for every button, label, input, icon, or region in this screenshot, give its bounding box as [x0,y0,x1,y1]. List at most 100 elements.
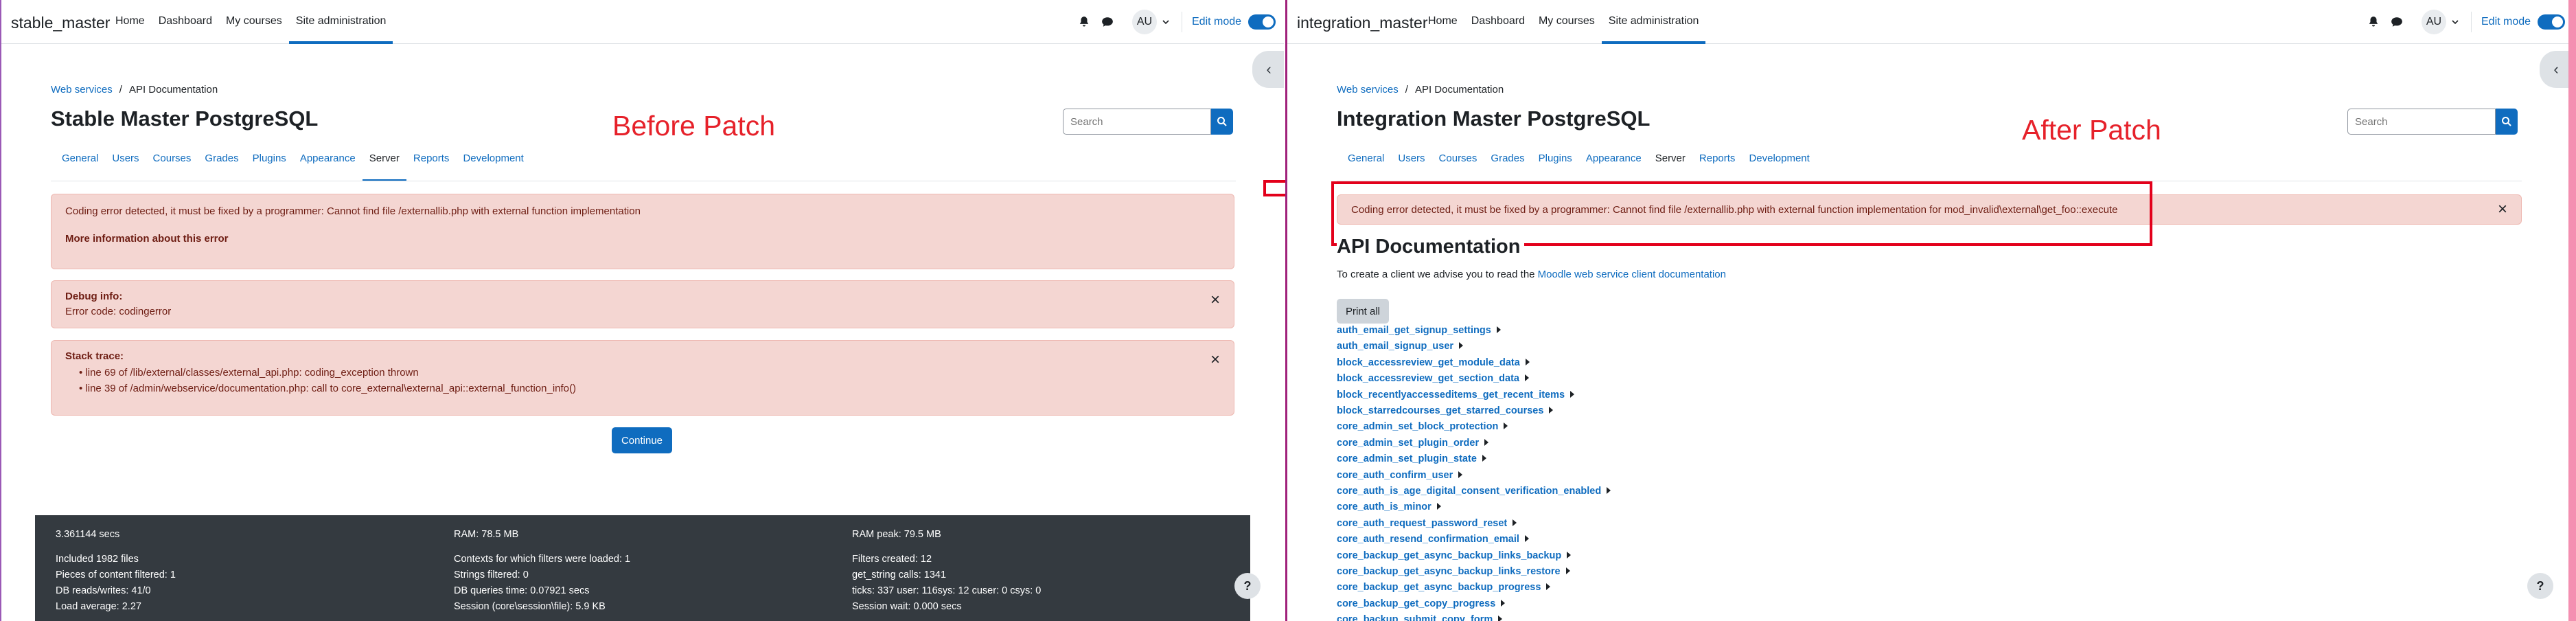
tab-server[interactable]: Server [362,146,406,181]
caret-right-icon[interactable] [1513,519,1517,526]
function-name[interactable]: core_backup_get_async_backup_links_resto… [1337,566,1561,577]
caret-right-icon[interactable] [1524,374,1529,382]
caret-right-icon[interactable] [1484,438,1489,446]
tab-users[interactable]: Users [105,146,146,181]
edit-mode-toggle[interactable] [2538,14,2566,30]
chevron-down-icon[interactable] [1162,17,1169,27]
site-name[interactable]: stable_master [11,14,110,32]
nav-dashboard[interactable]: Dashboard [1464,0,1532,44]
caret-right-icon[interactable] [1565,567,1570,574]
function-name[interactable]: core_admin_set_block_protection [1337,421,1498,432]
function-link[interactable]: core_auth_is_minor [1337,501,1441,512]
search-input[interactable] [2347,109,2496,135]
tab-general[interactable]: General [55,146,105,181]
function-link[interactable]: core_auth_resend_confirmation_email [1337,534,1529,545]
breadcrumb-web-services[interactable]: Web services [51,84,113,95]
function-name[interactable]: core_auth_resend_confirmation_email [1337,534,1519,545]
continue-button[interactable]: Continue [612,427,672,453]
nav-dashboard[interactable]: Dashboard [152,0,219,44]
search-icon[interactable] [2496,109,2518,135]
function-link[interactable]: core_auth_request_password_reset [1337,518,1517,529]
nav-my-courses[interactable]: My courses [219,0,289,44]
search-icon[interactable] [1211,109,1233,135]
tab-appearance[interactable]: Appearance [1579,146,1648,181]
function-name[interactable]: block_accessreview_get_section_data [1337,373,1519,384]
tab-development[interactable]: Development [1742,146,1816,181]
caret-right-icon[interactable] [1567,551,1572,558]
function-name[interactable]: block_accessreview_get_module_data [1337,357,1520,368]
caret-right-icon[interactable] [1524,535,1529,543]
chevron-left-icon[interactable]: ‹ [1252,51,1284,88]
tab-grades[interactable]: Grades [1484,146,1531,181]
tab-general[interactable]: General [1341,146,1391,181]
caret-right-icon[interactable] [1525,358,1530,365]
function-name[interactable]: core_backup_get_copy_progress [1337,598,1495,609]
function-name[interactable]: block_recentlyaccesseditems_get_recent_i… [1337,389,1565,400]
caret-right-icon[interactable] [1607,487,1611,494]
caret-right-icon[interactable] [1501,599,1506,607]
function-name[interactable]: core_backup_get_async_backup_links_backu… [1337,550,1561,561]
caret-right-icon[interactable] [1546,583,1551,591]
caret-right-icon[interactable] [1504,422,1508,430]
caret-right-icon[interactable] [1498,616,1503,621]
tab-courses[interactable]: Courses [1432,146,1484,181]
function-name[interactable]: auth_email_signup_user [1337,341,1453,352]
nav-home[interactable]: Home [108,0,152,44]
function-link[interactable]: block_accessreview_get_section_data [1337,373,1529,384]
help-button[interactable]: ? [1234,573,1261,599]
function-name[interactable]: core_backup_get_async_backup_progress [1337,582,1541,593]
function-link[interactable]: core_backup_get_async_backup_progress [1337,582,1551,593]
close-icon[interactable]: × [1210,292,1220,308]
function-link[interactable]: core_backup_get_copy_progress [1337,598,1506,609]
tab-reports[interactable]: Reports [1692,146,1743,181]
bell-icon[interactable] [2365,14,2382,30]
help-button[interactable]: ? [2527,573,2553,599]
function-link[interactable]: block_starredcourses_get_starred_courses [1337,405,1554,416]
function-name[interactable]: core_admin_set_plugin_order [1337,438,1479,449]
function-name[interactable]: core_auth_is_age_digital_consent_verific… [1337,486,1601,497]
search-input[interactable] [1063,109,1211,135]
close-icon[interactable]: × [2498,201,2507,218]
chevron-left-icon[interactable]: ‹ [2540,51,2573,88]
caret-right-icon[interactable] [1496,326,1501,333]
avatar[interactable]: AU [1132,10,1157,34]
avatar[interactable]: AU [2422,10,2446,34]
function-link[interactable]: auth_email_get_signup_settings [1337,325,1501,336]
site-name[interactable]: integration_master [1297,14,1428,32]
function-link[interactable]: core_auth_confirm_user [1337,470,1463,481]
tab-server[interactable]: Server [1648,146,1692,181]
chat-icon[interactable] [1099,14,1116,30]
nav-site-administration[interactable]: Site administration [288,0,393,44]
function-name[interactable]: core_auth_request_password_reset [1337,518,1507,529]
function-name[interactable]: core_backup_submit_copy_form [1337,614,1493,621]
tab-courses[interactable]: Courses [146,146,198,181]
function-name[interactable]: core_auth_is_minor [1337,501,1431,512]
edit-mode-label[interactable]: Edit mode [2481,16,2531,28]
caret-right-icon[interactable] [1436,503,1441,510]
tab-appearance[interactable]: Appearance [293,146,363,181]
edit-mode-toggle[interactable] [1248,14,1276,30]
tab-users[interactable]: Users [1391,146,1431,181]
tab-reports[interactable]: Reports [406,146,457,181]
function-link[interactable]: core_backup_submit_copy_form [1337,614,1503,621]
print-all-button[interactable]: Print all [1337,299,1389,324]
function-name[interactable]: auth_email_get_signup_settings [1337,325,1491,336]
function-link[interactable]: core_backup_get_async_backup_links_backu… [1337,550,1572,561]
function-link[interactable]: core_admin_set_plugin_order [1337,438,1489,449]
nav-site-administration[interactable]: Site administration [1601,0,1706,44]
nav-home[interactable]: Home [1421,0,1464,44]
breadcrumb-web-services[interactable]: Web services [1337,84,1399,95]
caret-right-icon[interactable] [1459,342,1464,350]
bell-icon[interactable] [1076,14,1092,30]
function-link[interactable]: core_admin_set_plugin_state [1337,453,1486,464]
function-link[interactable]: block_accessreview_get_module_data [1337,357,1530,368]
tab-plugins[interactable]: Plugins [246,146,293,181]
function-name[interactable]: core_admin_set_plugin_state [1337,453,1477,464]
chevron-down-icon[interactable] [2452,17,2459,27]
tab-plugins[interactable]: Plugins [1532,146,1579,181]
close-icon[interactable]: × [1210,352,1220,368]
nav-my-courses[interactable]: My courses [1532,0,1602,44]
caret-right-icon[interactable] [1549,407,1554,414]
function-name[interactable]: block_starredcourses_get_starred_courses [1337,405,1543,416]
function-link[interactable]: block_recentlyaccesseditems_get_recent_i… [1337,389,1575,400]
